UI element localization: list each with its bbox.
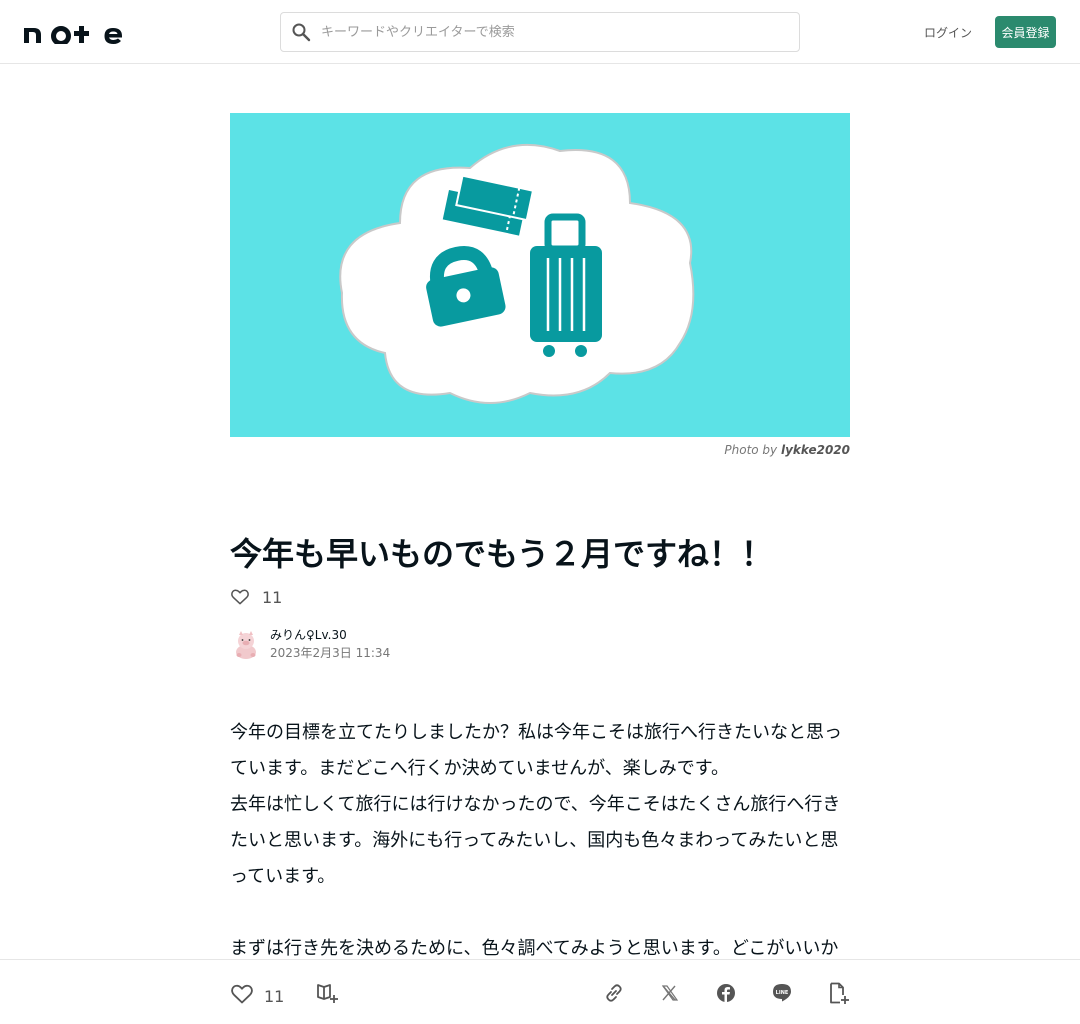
author-info: みりん♀Lv.30 2023年2月3日 11:34 (230, 626, 390, 662)
paragraph-2: 去年は忙しくて旅行には行けなかったので、今年こそはたくさん旅行へ行きたいと思いま… (230, 794, 841, 887)
login-link[interactable]: ログイン (920, 18, 976, 46)
author-meta: みりん♀Lv.30 2023年2月3日 11:34 (270, 627, 390, 662)
bottom-like-count: 11 (264, 986, 285, 1006)
bottom-action-bar: 11 LINE (0, 959, 1080, 1024)
bottom-like-button[interactable]: 11 (230, 982, 284, 1010)
hero-image (230, 113, 850, 437)
note-add-icon[interactable] (827, 981, 851, 1005)
post-date: 2023年2月3日 11:34 (270, 645, 391, 660)
article-likes: 11 (230, 586, 282, 608)
credit-author-link[interactable]: lykke2020 (781, 443, 850, 457)
magazine-add-icon[interactable] (316, 981, 340, 1005)
paragraph-1: 今年の目標を立てたりしましたか？私は今年こそは旅行へ行きたいなと思っています。ま… (230, 722, 842, 779)
search-icon (291, 22, 311, 42)
link-icon[interactable] (602, 981, 626, 1005)
site-header: ログイン 会員登録 (0, 0, 1080, 64)
svg-text:LINE: LINE (776, 990, 789, 996)
credit-prefix: Photo by (724, 443, 778, 457)
like-count[interactable]: 11 (262, 588, 282, 607)
heart-icon[interactable] (230, 982, 254, 1010)
author-name[interactable]: みりん♀Lv.30 (270, 627, 390, 643)
heart-icon[interactable] (230, 587, 250, 607)
photo-credit: Photo by lykke2020 (230, 443, 850, 459)
author-avatar[interactable] (230, 628, 262, 660)
line-icon[interactable]: LINE (770, 981, 794, 1005)
note-logo[interactable] (24, 20, 124, 46)
facebook-icon[interactable] (714, 981, 738, 1005)
search-box[interactable] (280, 12, 800, 52)
x-icon[interactable] (658, 981, 682, 1005)
search-input[interactable] (321, 14, 799, 50)
article-title: 今年も早いものでもう２月ですね！！ (230, 535, 774, 573)
signup-button[interactable]: 会員登録 (995, 16, 1056, 48)
